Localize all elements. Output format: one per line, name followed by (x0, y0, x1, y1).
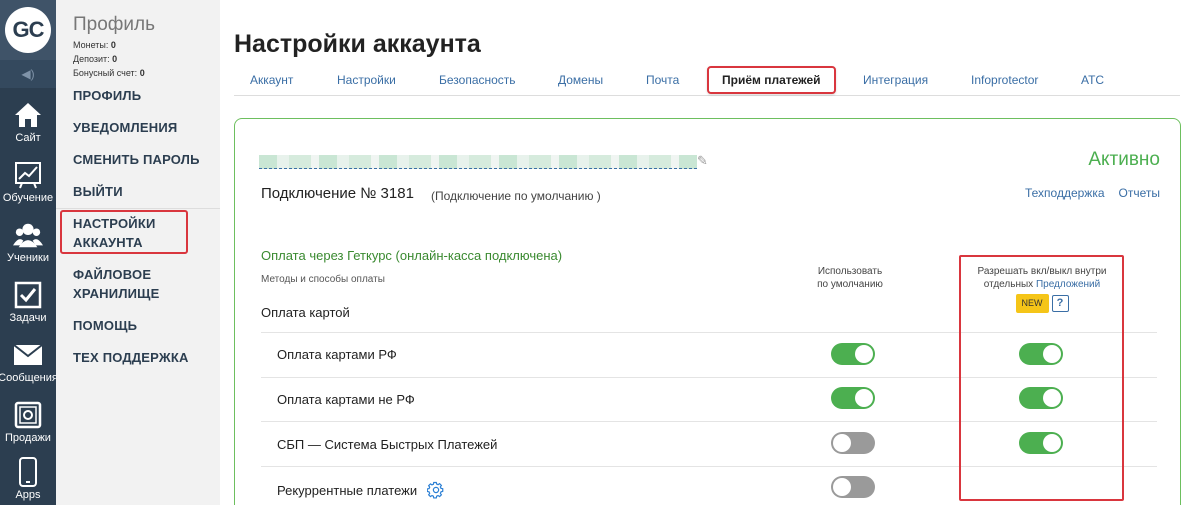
menu-divider (56, 208, 220, 209)
tab-bar: Аккаунт Настройки Безопасность Домены По… (234, 66, 1180, 96)
coins-balance: Монеты: 0 (73, 40, 116, 50)
tab-ats[interactable]: АТС (1081, 73, 1104, 87)
row-label-text: Рекуррентные платежи (277, 482, 418, 498)
rail-item-apps[interactable]: Apps (0, 452, 56, 505)
tab-settings[interactable]: Настройки (337, 73, 396, 87)
row-label-recurring: Рекуррентные платежи (277, 481, 445, 502)
tab-security[interactable]: Безопасность (439, 73, 516, 87)
column-header-default: Использовать по умолчанию (795, 265, 905, 291)
gear-icon[interactable] (426, 481, 445, 502)
rail-item-learning[interactable]: Обучение (0, 152, 56, 212)
methods-label: Методы и способы оплаты (261, 274, 385, 285)
bonus-balance: Бонусный счет: 0 (73, 68, 145, 78)
connection-title: Подключение № 3181 (261, 185, 414, 202)
deposit-balance: Депозит: 0 (73, 54, 118, 64)
toggle-default-recurring[interactable] (831, 476, 875, 498)
panel-links: Техподдержка Отчеты (1011, 186, 1160, 200)
toggle-knob (855, 345, 873, 363)
connection-note: (Подключение по умолчанию ) (431, 189, 601, 203)
chart-icon (13, 160, 43, 190)
menu-profile[interactable]: ПРОФИЛЬ (73, 86, 141, 105)
users-icon (13, 220, 43, 250)
icon-rail: GC ◀︎) Сайт Обучение Ученики Задачи Сооб… (0, 0, 58, 505)
reports-link[interactable]: Отчеты (1119, 186, 1160, 200)
speaker-icon[interactable]: ◀︎) (0, 60, 56, 88)
house-icon (13, 100, 43, 130)
logo-mark: GC (5, 7, 51, 53)
toggle-default-rf-cards[interactable] (831, 343, 875, 365)
menu-file-storage[interactable]: ФАЙЛОВОЕ ХРАНИЛИЩЕ (73, 265, 160, 303)
tab-account[interactable]: Аккаунт (250, 73, 293, 87)
main-content: Настройки аккаунта Аккаунт Настройки Без… (220, 0, 1194, 505)
status-label: Активно (1088, 149, 1160, 170)
logo[interactable]: GC (0, 0, 56, 60)
highlight-box (60, 210, 188, 254)
rail-label: Apps (15, 489, 41, 501)
phone-icon (13, 457, 43, 487)
menu-help[interactable]: ПОМОЩЬ (73, 316, 137, 335)
tab-mail[interactable]: Почта (646, 73, 679, 87)
profile-sidebar: Профиль Монеты: 0 Депозит: 0 Бонусный сч… (56, 0, 220, 505)
menu-change-password[interactable]: СМЕНИТЬ ПАРОЛЬ (73, 150, 200, 169)
pencil-icon[interactable]: ✎ (697, 153, 708, 169)
card-section-header: Оплата картой (261, 305, 350, 320)
highlight-box (959, 255, 1124, 501)
toggle-default-sbp[interactable] (831, 432, 875, 454)
checkbox-icon (13, 280, 43, 310)
row-label-sbp: СБП — Система Быстрых Платежей (277, 437, 498, 452)
column-header-line: Использовать (817, 266, 883, 277)
rail-item-site[interactable]: Сайт (0, 92, 56, 152)
tab-domains[interactable]: Домены (558, 73, 603, 87)
row-label-non-rf-cards: Оплата картами не РФ (277, 392, 415, 407)
rail-item-sales[interactable]: Продажи (0, 392, 56, 452)
support-link[interactable]: Техподдержка (1025, 186, 1105, 200)
rail-label: Продажи (5, 432, 51, 444)
menu-label: ХРАНИЛИЩЕ (73, 286, 160, 301)
toggle-default-non-rf-cards[interactable] (831, 387, 875, 409)
payment-title: Оплата через Геткурс (онлайн-касса подкл… (261, 248, 563, 263)
column-header-line: по умолчанию (817, 279, 883, 290)
envelope-icon (13, 340, 43, 370)
profile-title: Профиль (73, 14, 156, 35)
rail-item-students[interactable]: Ученики (0, 212, 56, 272)
payment-panel: ✎ Активно Подключение № 3181 (Подключени… (234, 118, 1181, 505)
toggle-knob (833, 434, 851, 452)
rail-label: Задачи (9, 312, 47, 324)
menu-notifications[interactable]: УВЕДОМЛЕНИЯ (73, 118, 177, 137)
rail-item-tasks[interactable]: Задачи (0, 272, 56, 332)
safe-icon (13, 400, 43, 430)
menu-tech-support[interactable]: ТЕХ ПОДДЕРЖКА (73, 348, 189, 367)
rail-label: Обучение (2, 192, 54, 204)
toggle-knob (855, 389, 873, 407)
connection-name-field[interactable] (259, 155, 697, 169)
tab-infoprotector[interactable]: Infoprotector (971, 73, 1038, 87)
menu-label: ФАЙЛОВОЕ (73, 267, 152, 282)
tab-integration[interactable]: Интеграция (863, 73, 928, 87)
rail-label: Ученики (6, 252, 49, 264)
rail-label: Сайт (15, 132, 41, 144)
tab-payments[interactable]: Приём платежей (707, 66, 836, 94)
row-label-rf-cards: Оплата картами РФ (277, 347, 397, 362)
rail-label: Сообщения (0, 372, 58, 384)
rail-item-messages[interactable]: Сообщения (0, 332, 58, 392)
menu-logout[interactable]: ВЫЙТИ (73, 182, 123, 201)
toggle-knob (833, 478, 851, 496)
page-title: Настройки аккаунта (234, 30, 481, 58)
